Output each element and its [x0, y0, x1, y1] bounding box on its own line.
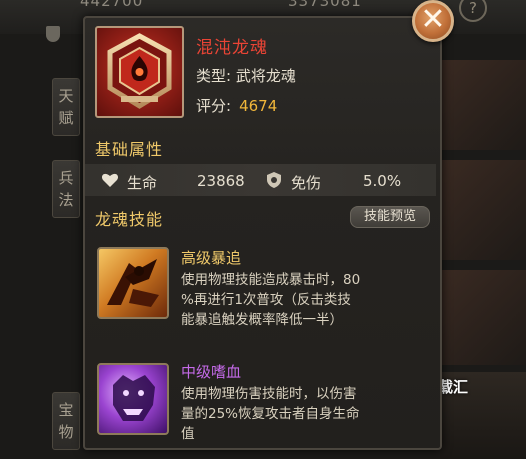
background-card	[440, 60, 526, 150]
skill-name: 中级嗜血	[181, 363, 242, 381]
item-score: 评分: 4674	[196, 95, 277, 116]
item-score-value: 4674	[239, 97, 278, 115]
item-type-label: 类型:	[196, 67, 232, 85]
side-tab-tactics[interactable]: 兵法	[52, 160, 80, 218]
damage-reduction-value: 5.0%	[363, 172, 402, 190]
dragon-soul-detail-popup: 混沌龙魂 类型: 武将龙魂 评分: 4674 基础属性 生命 23868 免伤 5…	[83, 16, 442, 450]
resource-value-left: 442700	[80, 0, 144, 10]
shield-icon	[267, 172, 281, 188]
dragon-soul-skills-title: 龙魂技能	[95, 210, 164, 229]
side-tab-talent[interactable]: 天赋	[52, 78, 80, 136]
skill-preview-button[interactable]: 技能预览	[350, 206, 430, 228]
skill-description: 使用物理技能造成暴击时，80 %再进行1次普攻（反击类技 能暴追触发概率降低一半…	[181, 270, 421, 330]
item-type: 类型: 武将龙魂	[196, 65, 296, 86]
hp-value: 23868	[197, 172, 245, 190]
skill-description: 使用物理伤害技能时，以伤害 量的25%恢复攻击者自身生命 值	[181, 384, 421, 444]
skill-critical-chase-icon	[97, 247, 169, 319]
base-attributes-title: 基础属性	[95, 140, 164, 159]
skill-description-line: 量的25%恢复攻击者自身生命	[181, 406, 360, 422]
resource-value-right: 3373081	[288, 0, 362, 10]
skill-description-line: 能暴追触发概率降低一半）	[181, 312, 343, 328]
item-type-value: 武将龙魂	[235, 67, 296, 85]
skill-description-line: 使用物理技能造成暴击时，80	[181, 272, 361, 288]
damage-reduction-label: 免伤	[291, 174, 322, 192]
item-score-label: 评分:	[196, 97, 232, 115]
side-tab-treasure[interactable]: 宝物	[52, 392, 80, 450]
skill-name: 高级暴追	[181, 249, 242, 267]
skill-description-line: %再进行1次普攻（反击类技	[181, 292, 351, 308]
background-card	[440, 160, 526, 260]
skill-bloodthirst-icon	[97, 363, 169, 435]
dragon-soul-icon	[95, 26, 184, 118]
item-name: 混沌龙魂	[196, 38, 268, 58]
close-button[interactable]: ✕	[412, 0, 454, 42]
shield-icon	[46, 26, 60, 42]
hp-label: 生命	[127, 174, 158, 192]
heart-icon	[101, 173, 119, 187]
background-card	[440, 270, 526, 365]
skill-description-line: 使用物理伤害技能时，以伤害	[181, 386, 357, 402]
skill-description-line: 值	[181, 426, 195, 442]
